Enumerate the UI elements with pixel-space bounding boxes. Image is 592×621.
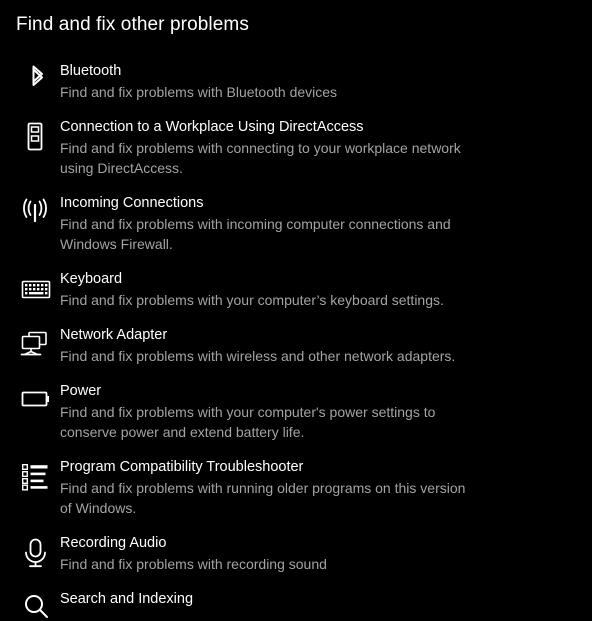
troubleshooter-description: Find and fix problems with incoming comp… (60, 216, 451, 252)
troubleshooter-text: Program Compatibility Troubleshooter Fin… (58, 458, 470, 518)
troubleshooter-text: Network Adapter Find and fix problems wi… (58, 326, 470, 366)
troubleshooter-item-search-and-indexing[interactable]: Search and Indexing (0, 590, 592, 621)
find-and-fix-other-problems-page: Find and fix other problems Bluetooth Fi… (0, 0, 592, 621)
troubleshooter-item-keyboard[interactable]: Keyboard Find and fix problems with your… (0, 270, 592, 310)
troubleshooter-text: Keyboard Find and fix problems with your… (58, 270, 470, 310)
troubleshooter-text: Recording Audio Find and fix problems wi… (58, 534, 470, 574)
troubleshooter-text: Connection to a Workplace Using DirectAc… (58, 118, 470, 178)
bluetooth-icon (18, 64, 58, 100)
troubleshooter-title: Keyboard (60, 271, 123, 287)
troubleshooter-title: Network Adapter (60, 327, 168, 343)
search-magnifier-icon (18, 592, 58, 621)
troubleshooter-description: Find and fix problems with Bluetooth dev… (60, 84, 338, 100)
troubleshooter-description: Find and fix problems with your computer… (60, 292, 444, 308)
microphone-icon (18, 536, 58, 572)
keyboard-icon (18, 272, 58, 308)
troubleshooter-title: Program Compatibility Troubleshooter (60, 459, 304, 475)
troubleshooter-text: Search and Indexing (58, 590, 470, 610)
broadcast-antenna-icon (18, 196, 58, 232)
troubleshooter-description: Find and fix problems with running older… (60, 480, 466, 516)
troubleshooter-item-network-adapter[interactable]: Network Adapter Find and fix problems wi… (0, 326, 592, 366)
troubleshooter-title: Incoming Connections (60, 195, 204, 211)
troubleshooter-text: Power Find and fix problems with your co… (58, 382, 470, 442)
list-icon (18, 460, 58, 496)
troubleshooter-description: Find and fix problems with wireless and … (60, 348, 456, 364)
network-monitors-icon (18, 328, 58, 364)
troubleshooter-text: Bluetooth Find and fix problems with Blu… (58, 62, 470, 102)
troubleshooter-item-recording-audio[interactable]: Recording Audio Find and fix problems wi… (0, 534, 592, 574)
troubleshooter-description: Find and fix problems with your computer… (60, 404, 436, 440)
page-title: Find and fix other problems (16, 14, 249, 35)
troubleshooter-text: Incoming Connections Find and fix proble… (58, 194, 470, 254)
troubleshooter-title: Recording Audio (60, 535, 167, 551)
troubleshooter-title: Search and Indexing (60, 591, 194, 607)
troubleshooter-title: Connection to a Workplace Using DirectAc… (60, 119, 364, 135)
troubleshooter-description: Find and fix problems with connecting to… (60, 140, 461, 176)
troubleshooter-item-power[interactable]: Power Find and fix problems with your co… (0, 382, 592, 442)
troubleshooter-item-program-compatibility[interactable]: Program Compatibility Troubleshooter Fin… (0, 458, 592, 518)
troubleshooter-item-incoming-connections[interactable]: Incoming Connections Find and fix proble… (0, 194, 592, 254)
troubleshooter-title: Power (60, 383, 102, 399)
troubleshooter-item-bluetooth[interactable]: Bluetooth Find and fix problems with Blu… (0, 62, 592, 102)
server-tower-icon (18, 120, 58, 156)
battery-icon (18, 384, 58, 420)
troubleshooter-list: Bluetooth Find and fix problems with Blu… (0, 62, 592, 621)
troubleshooter-description: Find and fix problems with recording sou… (60, 556, 327, 572)
troubleshooter-title: Bluetooth (60, 63, 122, 79)
troubleshooter-item-directaccess[interactable]: Connection to a Workplace Using DirectAc… (0, 118, 592, 178)
